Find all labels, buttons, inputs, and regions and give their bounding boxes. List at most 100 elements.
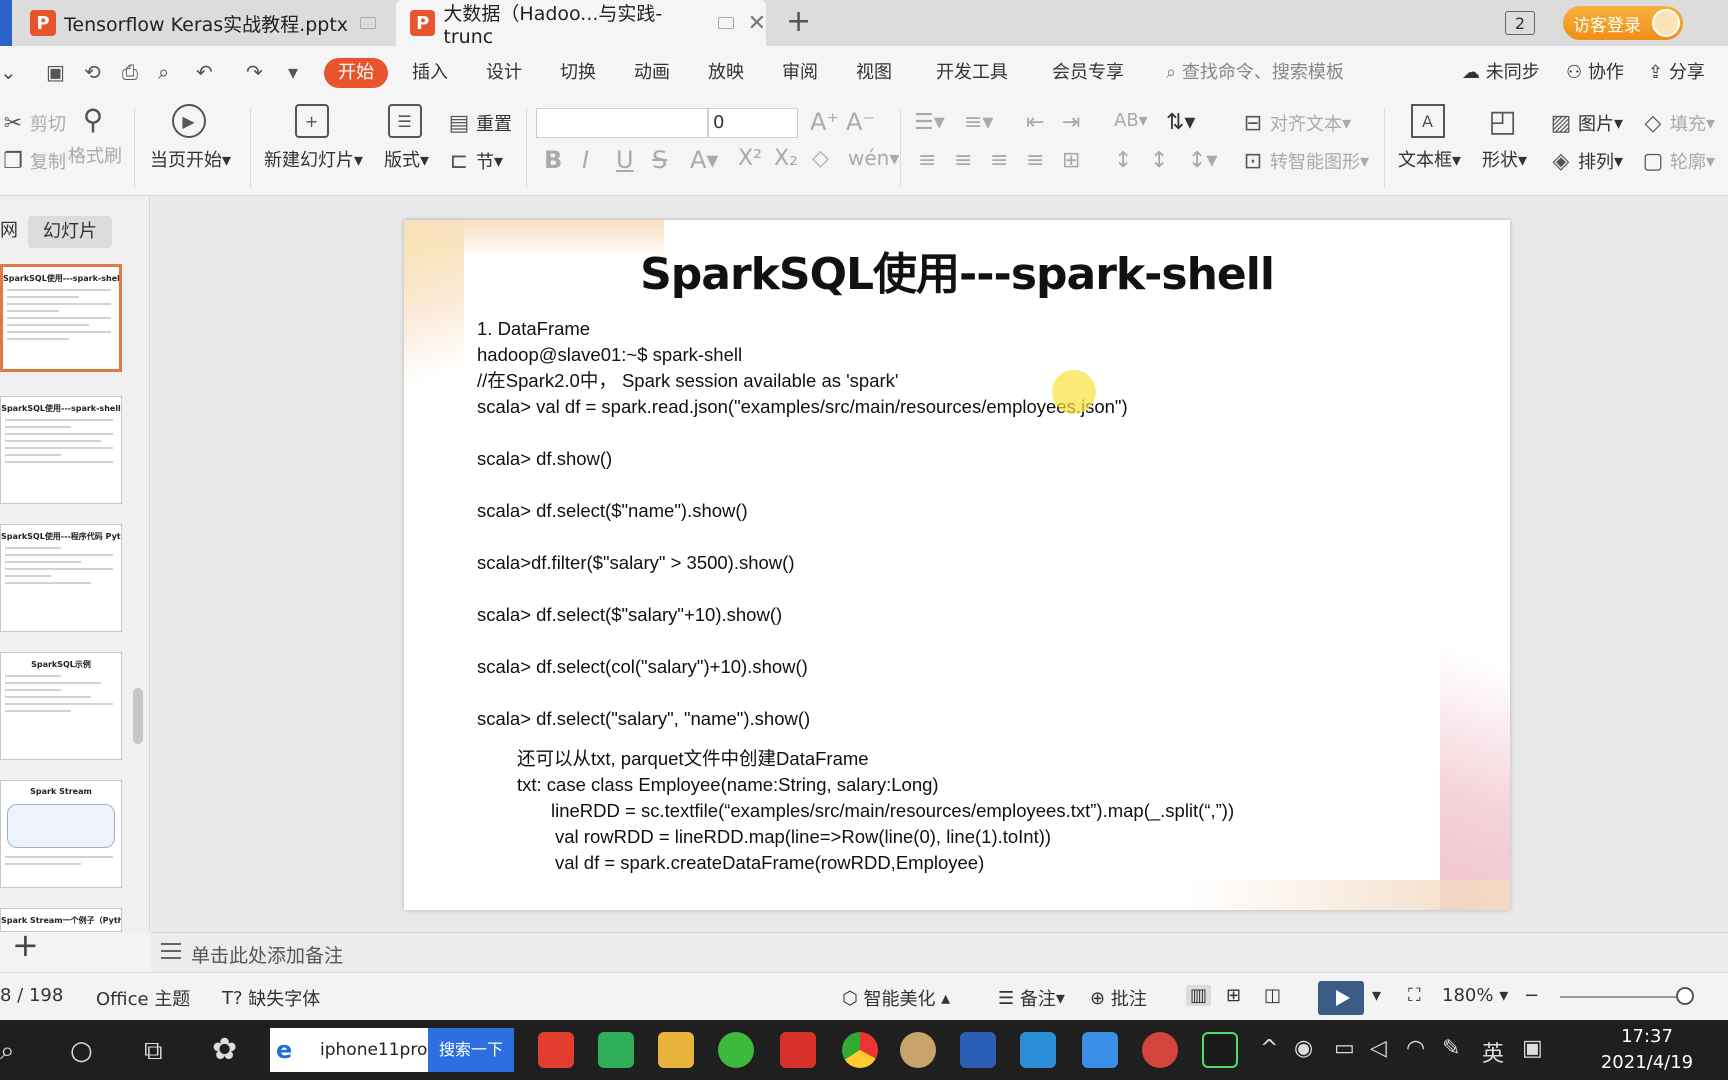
tab-bigdata-hadoop[interactable]: P 大数据（Hadoo...与实践-trunc ✕ (396, 0, 766, 48)
system-clock[interactable]: 17:37 2021/4/19 (1572, 1024, 1722, 1076)
zoom-level[interactable]: 180% ▾ (1442, 985, 1508, 1006)
word-icon[interactable] (960, 1032, 996, 1068)
justify-icon[interactable]: ≡ (1026, 148, 1044, 173)
zoom-slider[interactable] (1560, 996, 1690, 998)
numbered-list-icon[interactable]: ≡▾ (964, 110, 993, 135)
browser-search-box[interactable]: e iphone11pro 搜索一下 (270, 1028, 514, 1072)
distribute-icon[interactable]: ⊞ (1062, 148, 1080, 173)
menu-member[interactable]: 会员专享 (1052, 58, 1124, 88)
align-left-icon[interactable]: ≡ (918, 148, 936, 173)
task-view-icon[interactable]: ⧉ (144, 1036, 163, 1067)
italic-icon[interactable]: I (582, 146, 589, 174)
share-button[interactable]: ⇪ 分享 (1648, 58, 1705, 88)
wifi-icon[interactable]: ◠ (1406, 1036, 1425, 1061)
window-count-button[interactable]: 2 (1505, 11, 1535, 35)
zoom-out-icon[interactable]: − (1524, 985, 1539, 1006)
slide-thumbnail[interactable]: SparkSQL使用---spark-shell (0, 396, 122, 504)
menu-developer-tools[interactable]: 开发工具 (936, 58, 1008, 88)
underline-icon[interactable]: U (616, 146, 634, 174)
feishu-icon[interactable] (1082, 1032, 1118, 1068)
decrease-indent-icon[interactable]: ⇤ (1026, 110, 1044, 135)
menu-view[interactable]: 视图 (856, 58, 892, 88)
slide-thumbnail[interactable]: SparkSQL示例 (0, 652, 122, 760)
font-size-select[interactable]: 0 (708, 108, 798, 138)
search-icon[interactable]: ⌕ (0, 1036, 15, 1067)
line-spacing-icon[interactable]: ↕ (1114, 148, 1132, 173)
notes-pane[interactable]: 单击此处添加备注 (151, 932, 1728, 972)
volume-icon[interactable]: ◁ (1370, 1036, 1387, 1061)
new-tab-button[interactable]: + (786, 4, 811, 39)
add-slide-button[interactable]: + (12, 926, 39, 964)
picture-button[interactable]: ▨ 图片 ▾ (1548, 110, 1623, 136)
sync-status-button[interactable]: ☁ 未同步 (1462, 58, 1540, 88)
outline-button[interactable]: ▢ 轮廓 ▾ (1640, 148, 1715, 174)
shape-button[interactable]: ◰ 形状▾ (1482, 104, 1527, 172)
menu-animation[interactable]: 动画 (634, 58, 670, 88)
font-color-icon[interactable]: A▾ (690, 146, 718, 174)
menu-transition[interactable]: 切换 (560, 58, 596, 88)
comments-button[interactable]: ⊕ 批注 (1090, 985, 1147, 1011)
slide-thumbnail[interactable]: SparkSQL使用---程序代码 Python (0, 524, 122, 632)
scrollbar-thumb[interactable] (133, 688, 143, 744)
slide-code-block[interactable]: 1. DataFrame hadoop@slave01:~$ spark-she… (477, 316, 1477, 876)
ime-mode-icon[interactable]: ▣ (1522, 1036, 1543, 1061)
search-button[interactable]: 搜索一下 (428, 1028, 514, 1072)
spacing-options-icon[interactable]: ↕▾ (1188, 148, 1217, 173)
pin-app-icon[interactable] (1142, 1032, 1178, 1068)
increase-font-icon[interactable]: A⁺ (810, 108, 839, 136)
paint-icon[interactable] (900, 1032, 936, 1068)
chevron-down-icon[interactable]: ⌄ (0, 60, 17, 84)
collaborate-button[interactable]: ⚇ 协作 (1566, 58, 1624, 88)
slideshow-dropdown-icon[interactable]: ▾ (1372, 985, 1381, 1006)
ime-indicator[interactable]: 英 (1482, 1036, 1504, 1068)
normal-view-icon[interactable]: ▥ (1186, 985, 1212, 1006)
pycharm-icon[interactable] (1202, 1032, 1238, 1068)
font-name-select[interactable] (536, 108, 708, 138)
close-tab-icon[interactable]: ✕ (748, 11, 766, 36)
arrange-button[interactable]: ◈ 排列 ▾ (1548, 148, 1624, 174)
slideshow-play-button[interactable] (1318, 981, 1364, 1015)
sort-icon[interactable]: ⇅▾ (1166, 110, 1195, 135)
strikethrough-icon[interactable]: S (652, 146, 667, 174)
tray-expand-icon[interactable]: ^ (1260, 1036, 1278, 1061)
slide-thumbnail[interactable]: Spark Stream (0, 780, 122, 888)
menu-review[interactable]: 审阅 (782, 58, 818, 88)
smart-beautify-button[interactable]: ⬡ 智能美化 ▴ (842, 985, 950, 1011)
tray-app-icon[interactable]: ◉ (1294, 1036, 1313, 1061)
align-text-button[interactable]: ⊟ 对齐文本 ▾ (1240, 110, 1351, 136)
eraser-icon[interactable]: ◇ (812, 146, 829, 171)
file-explorer-icon[interactable] (658, 1032, 694, 1068)
menu-design[interactable]: 设计 (486, 58, 522, 88)
paragraph-spacing-icon[interactable]: ↕ (1150, 148, 1168, 173)
guest-login-button[interactable]: 访客登录 (1563, 6, 1683, 40)
slide-thumbnail[interactable]: SparkSQL使用---spark-shell (0, 264, 122, 372)
bullet-list-icon[interactable]: ☰▾ (914, 110, 945, 135)
save-icon[interactable]: ▣ (46, 60, 65, 84)
undo-icon[interactable]: ↶ (196, 60, 213, 84)
slide-title[interactable]: SparkSQL使用---spark-shell (404, 238, 1510, 302)
cut-button[interactable]: ✂ 剪切 (0, 110, 66, 136)
play-from-current-button[interactable]: ▶ 当页开始▾ (150, 104, 231, 172)
section-button[interactable]: ⊏ 节 ▾ (446, 148, 503, 174)
network-app-icon[interactable] (1020, 1032, 1056, 1068)
format-painter-button[interactable]: ⚲ 格式刷 (68, 103, 122, 168)
cortana-icon[interactable]: ○ (70, 1036, 93, 1066)
chrome-icon[interactable] (842, 1032, 878, 1068)
align-right-icon[interactable]: ≡ (990, 148, 1008, 173)
fit-window-icon[interactable]: ⛶ (1408, 985, 1421, 1006)
pinwheel-app-icon[interactable]: ✿ (212, 1032, 237, 1067)
tab-slides[interactable]: 幻灯片 (28, 216, 112, 248)
print-icon[interactable]: ⎙ (122, 60, 138, 84)
subscript-icon[interactable]: X₂ (774, 146, 798, 171)
battery-icon[interactable]: ▭ (1334, 1036, 1355, 1061)
bold-icon[interactable]: B (544, 146, 562, 174)
fill-button[interactable]: ◇ 填充 ▾ (1640, 110, 1716, 136)
decrease-font-icon[interactable]: A⁻ (846, 108, 875, 136)
wechat-icon[interactable] (718, 1032, 754, 1068)
command-search-input[interactable]: ⌕ 查找命令、搜索模板 (1166, 58, 1344, 88)
missing-fonts-button[interactable]: T? 缺失字体 (222, 985, 320, 1011)
convert-smartart-button[interactable]: ⊡ 转智能图形 ▾ (1240, 148, 1369, 174)
phonetic-guide-icon[interactable]: wén▾ (848, 146, 899, 170)
tab-outline[interactable]: 网 (0, 216, 18, 242)
new-slide-button[interactable]: + 新建幻灯片▾ (264, 104, 363, 172)
